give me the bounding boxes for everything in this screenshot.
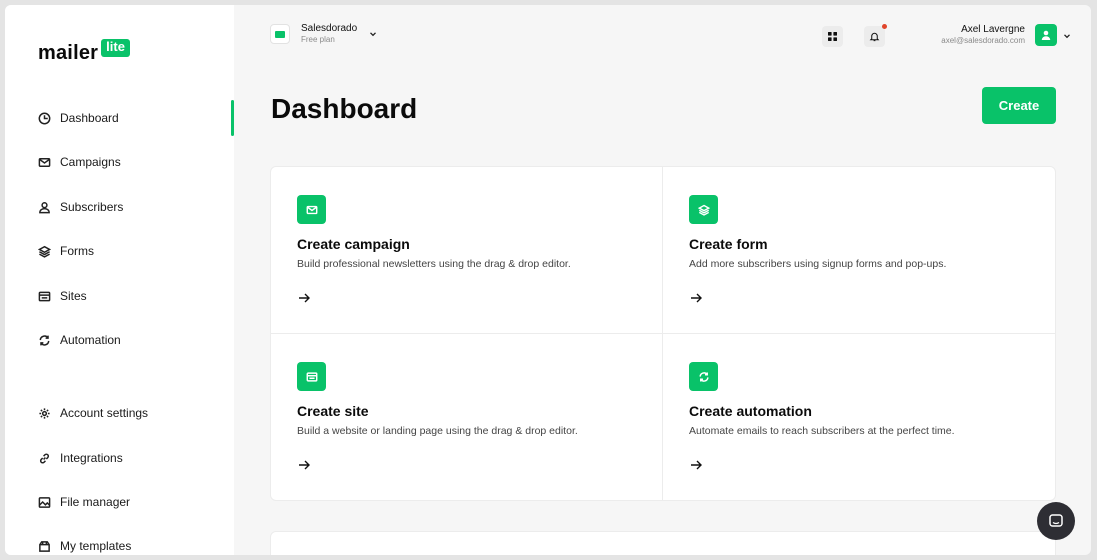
- mailerlite-logo[interactable]: mailer lite: [38, 39, 130, 63]
- logo-badge: lite: [101, 39, 130, 57]
- card-create-form[interactable]: Create form Add more subscribers using s…: [663, 167, 1055, 334]
- card-description: Automate emails to reach subscribers at …: [689, 425, 955, 437]
- notifications-button[interactable]: [864, 24, 887, 47]
- user-menu[interactable]: Axel Lavergne axel@salesdorado.com: [941, 24, 1070, 46]
- workspace-plan: Free plan: [301, 35, 335, 44]
- link-icon: [39, 453, 50, 463]
- sidebar-item-label: Campaigns: [60, 155, 121, 169]
- arrow-right-icon[interactable]: [689, 458, 703, 472]
- avatar: [1035, 24, 1057, 46]
- sidebar-item-label: Automation: [60, 333, 121, 347]
- card-title: Create campaign: [297, 236, 410, 252]
- card-description: Build a website or landing page using th…: [297, 425, 578, 437]
- card-title: Create form: [689, 236, 768, 252]
- sidebar-item-file-manager[interactable]: File manager: [38, 492, 130, 512]
- page-title: Dashboard: [271, 93, 418, 124]
- sidebar-item-my-templates[interactable]: My templates: [38, 536, 131, 555]
- refresh-icon: [39, 334, 50, 346]
- card-description: Add more subscribers using signup forms …: [689, 258, 947, 270]
- logo-word: mailer: [38, 42, 99, 64]
- app-window: mailer lite Dashboard Campaigns Subscrib…: [5, 5, 1091, 555]
- workspace-switcher[interactable]: Salesdorado Free plan: [270, 23, 377, 45]
- image-icon: [38, 496, 51, 508]
- chevron-down-icon: [370, 32, 377, 37]
- user-name: Axel Lavergne: [961, 24, 1025, 35]
- card-description: Build professional newsletters using the…: [297, 258, 571, 270]
- sidebar-item-label: My templates: [60, 539, 132, 553]
- bell-icon: [869, 32, 880, 42]
- sidebar: mailer lite Dashboard Campaigns Subscrib…: [5, 5, 234, 555]
- user-email: axel@salesdorado.com: [941, 36, 1025, 45]
- sidebar-item-sites[interactable]: Sites: [38, 286, 87, 306]
- sidebar-item-subscribers[interactable]: Subscribers: [38, 197, 123, 217]
- user-avatar-icon: [1041, 30, 1051, 40]
- card-title: Create site: [297, 403, 369, 419]
- sidebar-item-automation[interactable]: Automation: [38, 330, 121, 350]
- sidebar-item-dashboard[interactable]: Dashboard: [38, 108, 119, 128]
- refresh-icon: [689, 362, 718, 391]
- gear-icon: [39, 407, 50, 419]
- sidebar-item-label: Dashboard: [60, 111, 119, 125]
- browser-icon: [297, 362, 326, 391]
- user-icon: [39, 201, 50, 213]
- chevron-down-icon: [1064, 34, 1070, 39]
- active-indicator: [231, 100, 234, 136]
- mail-icon: [38, 157, 51, 167]
- arrow-right-icon[interactable]: [689, 291, 703, 305]
- browser-icon: [38, 291, 51, 301]
- grid-icon: [828, 32, 837, 41]
- card-create-automation[interactable]: Create automation Automate emails to rea…: [663, 334, 1055, 501]
- sidebar-item-label: File manager: [60, 495, 131, 509]
- sidebar-item-label: Account settings: [60, 406, 149, 420]
- card-create-site[interactable]: Create site Build a website or landing p…: [271, 334, 663, 501]
- mail-icon: [297, 195, 326, 224]
- quick-actions-panel: Create campaign Build professional newsl…: [270, 166, 1056, 501]
- sidebar-item-label: Sites: [60, 289, 87, 303]
- create-button[interactable]: Create: [982, 87, 1056, 124]
- sidebar-item-forms[interactable]: Forms: [38, 241, 94, 261]
- sidebar-item-integrations[interactable]: Integrations: [38, 448, 123, 468]
- dashboard-icon: [38, 112, 51, 124]
- arrow-right-icon[interactable]: [297, 458, 311, 472]
- workspace-logo: [270, 24, 290, 44]
- card-create-campaign[interactable]: Create campaign Build professional newsl…: [271, 167, 663, 334]
- sidebar-item-account-settings[interactable]: Account settings: [38, 403, 148, 423]
- secondary-panel: [270, 531, 1056, 555]
- arrow-right-icon[interactable]: [297, 291, 311, 305]
- sidebar-item-campaigns[interactable]: Campaigns: [38, 152, 121, 172]
- layers-icon: [38, 245, 51, 258]
- layers-icon: [689, 195, 718, 224]
- sidebar-item-label: Subscribers: [60, 200, 124, 214]
- chat-icon: [1049, 514, 1063, 527]
- apps-grid-button[interactable]: [822, 26, 843, 47]
- notification-dot: [882, 24, 887, 29]
- sidebar-item-label: Forms: [60, 244, 94, 258]
- sidebar-item-label: Integrations: [60, 451, 123, 465]
- workspace-name: Salesdorado: [301, 23, 358, 34]
- chat-launcher-button[interactable]: [1037, 502, 1075, 540]
- template-icon: [39, 540, 50, 552]
- card-title: Create automation: [689, 403, 812, 419]
